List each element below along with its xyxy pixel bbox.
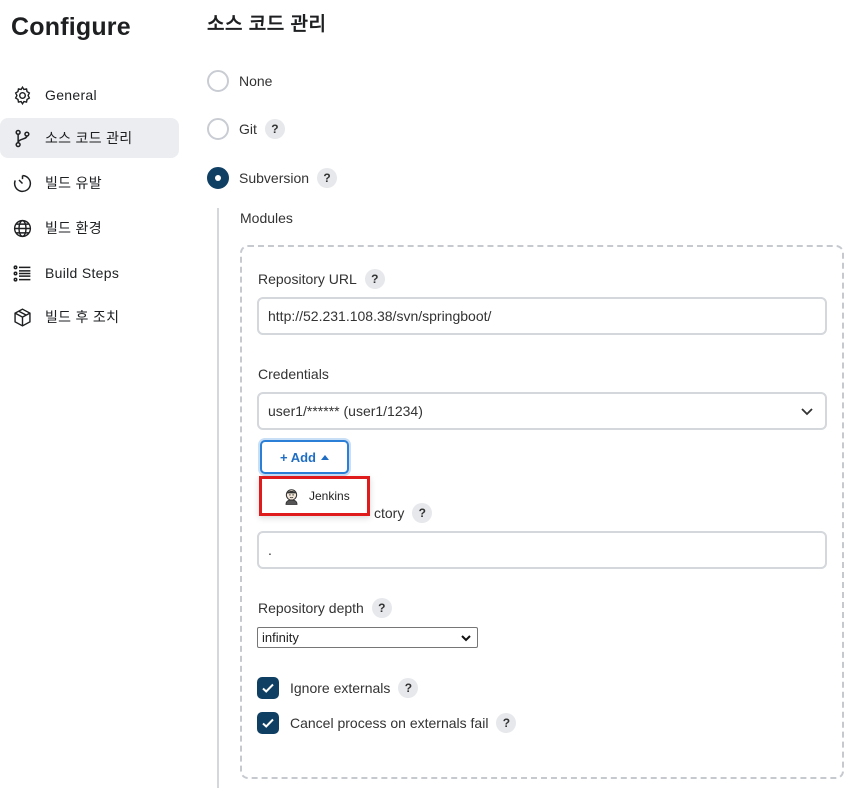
- cancel-process-checkbox[interactable]: [257, 712, 279, 734]
- repository-depth-select[interactable]: infinity: [257, 627, 478, 648]
- sidebar-item-build-triggers[interactable]: 빌드 유발: [0, 163, 179, 203]
- sidebar: Configure General 소스 코드 관리 빌드 유발 빌드 환경 B…: [0, 0, 190, 788]
- repository-url-label: Repository URL ?: [258, 269, 385, 289]
- timer-icon: [11, 172, 33, 194]
- globe-icon: [11, 217, 33, 239]
- repository-depth-label: Repository depth ?: [258, 598, 392, 618]
- chevron-down-icon: [461, 635, 471, 642]
- local-module-dir-label: ctory ?: [374, 503, 433, 523]
- section-title: 소스 코드 관리: [207, 14, 327, 35]
- select-value: infinity: [262, 630, 299, 645]
- repository-url-input[interactable]: http://52.231.108.38/svn/springboot/: [257, 297, 827, 335]
- radio-label: Subversion: [239, 170, 310, 186]
- modules-label: Modules: [240, 210, 293, 226]
- sidebar-item-post-build[interactable]: 빌드 후 조치: [0, 297, 179, 337]
- radio-git[interactable]: Git ?: [207, 118, 285, 140]
- radio-label: None: [239, 73, 273, 89]
- sidebar-item-label: 빌드 유발: [45, 175, 102, 191]
- add-credentials-button[interactable]: + Add: [260, 440, 349, 474]
- check-icon: [262, 718, 274, 728]
- radio-subversion[interactable]: Subversion ?: [207, 167, 338, 189]
- label-text: Repository depth: [258, 600, 364, 616]
- ignore-externals-row[interactable]: Ignore externals ?: [257, 677, 419, 699]
- gear-icon: [11, 84, 33, 106]
- chevron-down-icon: [801, 408, 813, 416]
- help-icon[interactable]: ?: [496, 713, 517, 733]
- check-icon: [262, 683, 274, 693]
- add-menu: Jenkins: [259, 476, 370, 516]
- help-icon[interactable]: ?: [317, 168, 338, 188]
- package-icon: [11, 306, 33, 328]
- radio-button[interactable]: [207, 118, 229, 140]
- sidebar-item-label: 빌드 후 조치: [45, 309, 120, 325]
- input-value: http://52.231.108.38/svn/springboot/: [268, 308, 492, 324]
- credentials-label: Credentials: [258, 366, 329, 382]
- local-module-dir-input[interactable]: .: [257, 531, 827, 569]
- list-icon: [11, 262, 33, 284]
- checkbox-label: Ignore externals: [290, 680, 391, 696]
- sidebar-item-source-code[interactable]: 소스 코드 관리: [0, 118, 179, 158]
- label-text: Repository URL: [258, 271, 357, 287]
- sidebar-item-build-env[interactable]: 빌드 환경: [0, 208, 179, 248]
- sidebar-title: Configure: [11, 13, 131, 41]
- button-label: + Add: [280, 449, 316, 465]
- cancel-process-row[interactable]: Cancel process on externals fail ?: [257, 712, 517, 734]
- sidebar-item-label: General: [45, 87, 97, 103]
- branch-icon: [11, 127, 33, 149]
- sidebar-item-label: 빌드 환경: [45, 220, 102, 236]
- input-value: .: [268, 542, 272, 558]
- help-icon[interactable]: ?: [412, 503, 433, 523]
- checkbox-label: Cancel process on externals fail: [290, 715, 489, 731]
- section-divider: [217, 208, 219, 788]
- caret-up-icon: [321, 454, 329, 460]
- help-icon[interactable]: ?: [398, 678, 419, 698]
- radio-button[interactable]: [207, 167, 229, 189]
- sidebar-item-label: Build Steps: [45, 265, 120, 281]
- label-text: Credentials: [258, 366, 329, 382]
- help-icon[interactable]: ?: [364, 269, 385, 289]
- jenkins-icon: [285, 488, 298, 505]
- radio-label: Git: [239, 121, 257, 137]
- menu-item-jenkins[interactable]: Jenkins: [309, 489, 350, 503]
- radio-button[interactable]: [207, 70, 229, 92]
- sidebar-item-build-steps[interactable]: Build Steps: [0, 253, 179, 293]
- help-icon[interactable]: ?: [264, 119, 285, 139]
- sidebar-item-label: 소스 코드 관리: [45, 130, 133, 146]
- credentials-select[interactable]: user1/****** (user1/1234): [257, 392, 827, 430]
- label-text: ctory: [374, 505, 405, 521]
- select-value: user1/****** (user1/1234): [268, 403, 423, 419]
- ignore-externals-checkbox[interactable]: [257, 677, 279, 699]
- sidebar-item-general[interactable]: General: [0, 75, 179, 115]
- radio-none[interactable]: None: [207, 70, 272, 92]
- help-icon[interactable]: ?: [371, 598, 392, 618]
